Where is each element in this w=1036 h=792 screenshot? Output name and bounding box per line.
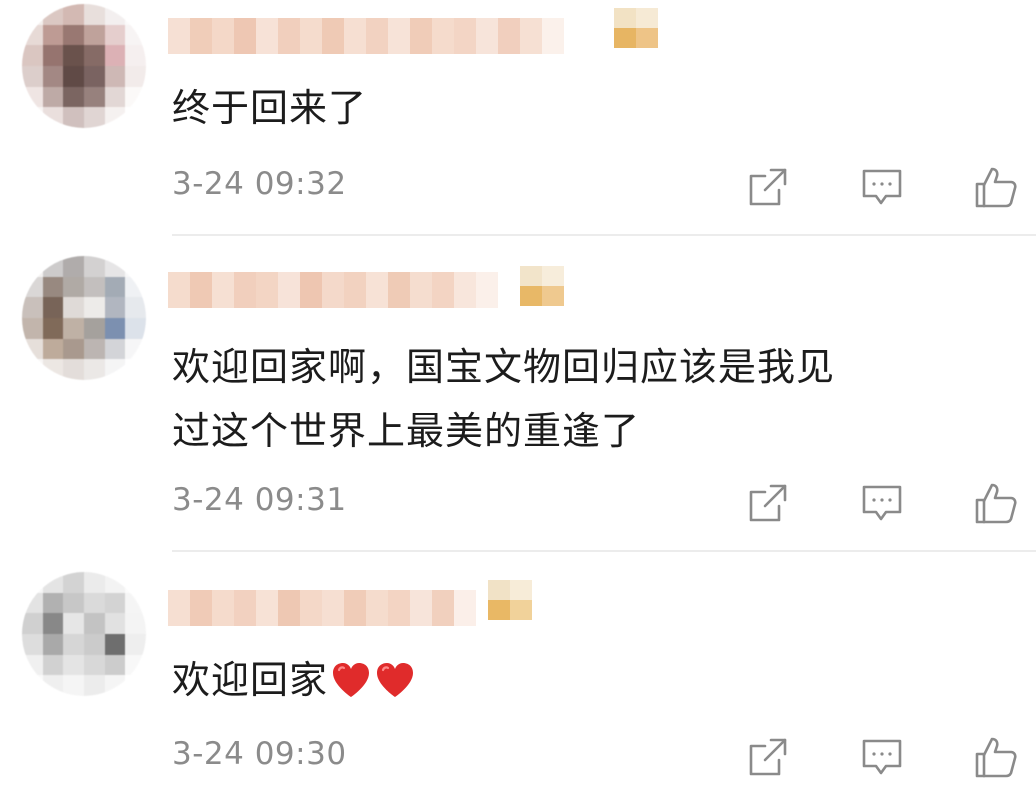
red-heart-icon xyxy=(333,662,370,697)
comment-actions xyxy=(744,479,1024,527)
comment-time: 3-24 09:30 xyxy=(172,736,347,772)
vip-badge-icon xyxy=(614,8,658,48)
comment-time: 3-24 09:32 xyxy=(172,166,347,202)
comment-text: 欢迎回家啊，国宝文物回归应该是我见 过这个世界上最美的重逢了 xyxy=(172,335,996,463)
thumbs-up-icon xyxy=(975,483,1017,524)
red-heart-icon xyxy=(377,662,414,697)
divider xyxy=(172,550,1036,552)
comment-button[interactable] xyxy=(858,479,906,527)
comment-icon xyxy=(862,169,902,205)
username-mosaic[interactable] xyxy=(168,590,476,626)
like-button[interactable] xyxy=(972,733,1020,781)
comment-text-line: 欢迎回家啊，国宝文物回归应该是我见 xyxy=(172,345,836,389)
comment-text-line: 过这个世界上最美的重逢了 xyxy=(172,409,641,453)
share-button[interactable] xyxy=(744,479,792,527)
share-button[interactable] xyxy=(744,733,792,781)
comment-time: 3-24 09:31 xyxy=(172,482,347,518)
share-icon xyxy=(749,168,787,206)
divider xyxy=(172,234,1036,236)
comment-text: 终于回来了 xyxy=(172,86,368,130)
comment-text-value: 欢迎回家 xyxy=(172,658,329,702)
avatar[interactable] xyxy=(22,572,146,696)
comment-button[interactable] xyxy=(858,733,906,781)
vip-badge-icon xyxy=(520,266,564,306)
username-mosaic[interactable] xyxy=(168,272,498,308)
comment-icon xyxy=(862,485,902,521)
comment-icon xyxy=(862,739,902,775)
avatar[interactable] xyxy=(22,256,146,380)
avatar[interactable] xyxy=(22,4,146,128)
share-icon xyxy=(749,738,787,776)
share-button[interactable] xyxy=(744,163,792,211)
vip-badge-icon xyxy=(488,580,532,620)
like-button[interactable] xyxy=(972,479,1020,527)
share-icon xyxy=(749,484,787,522)
comment-actions xyxy=(744,733,1024,781)
thumbs-up-icon xyxy=(975,167,1017,208)
thumbs-up-icon xyxy=(975,737,1017,778)
comment-button[interactable] xyxy=(858,163,906,211)
username-mosaic[interactable] xyxy=(168,18,564,54)
comment-text: 欢迎回家 xyxy=(172,648,996,712)
like-button[interactable] xyxy=(972,163,1020,211)
comment-actions xyxy=(744,163,1024,211)
